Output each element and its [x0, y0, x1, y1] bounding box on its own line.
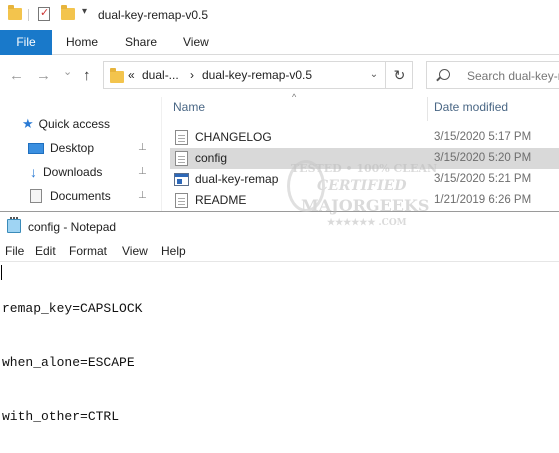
menu-help[interactable]: Help — [161, 244, 186, 258]
folder-icon[interactable] — [8, 5, 22, 20]
desktop-icon — [28, 142, 44, 154]
pin-icon[interactable]: ⊥ — [138, 190, 147, 201]
folder-icon — [110, 68, 124, 83]
search-placeholder: Search dual-key-r — [467, 69, 559, 83]
file-date: 3/15/2020 5:21 PM — [434, 173, 532, 185]
sidebar-item-documents[interactable]: Documents — [30, 185, 111, 207]
notepad-titlebar: config - Notepad — [0, 212, 559, 241]
file-name: config — [195, 151, 228, 165]
sort-ascending-icon: ^ — [292, 92, 297, 102]
notepad-window: config - Notepad File Edit Format View H… — [0, 211, 559, 453]
window-title: dual-key-remap-v0.5 — [98, 8, 209, 22]
address-bar[interactable]: « dual-... › dual-key-remap-v0.5 ⌄ — [103, 61, 413, 89]
executable-icon — [174, 173, 189, 186]
breadcrumb-current[interactable]: dual-key-remap-v0.5 — [202, 68, 312, 82]
pin-icon[interactable]: ⊥ — [138, 142, 147, 153]
ribbon-tabs: File Home Share View — [0, 30, 559, 55]
text-line: when_alone=ESCAPE — [2, 355, 135, 370]
tab-file[interactable]: File — [0, 30, 52, 55]
text-file-icon — [175, 130, 188, 145]
back-arrow-icon[interactable]: ← — [9, 67, 24, 84]
download-icon: ↓ — [30, 164, 37, 180]
file-name: CHANGELOG — [195, 130, 272, 144]
menu-edit[interactable]: Edit — [35, 244, 56, 258]
sidebar-item-label: Desktop — [50, 141, 95, 155]
breadcrumb-parent[interactable]: dual-... — [142, 68, 179, 82]
qat-separator — [28, 9, 29, 21]
sidebar-item-quick-access[interactable]: ★ Quick access — [22, 113, 110, 135]
explorer-titlebar: ▾ dual-key-remap-v0.5 — [0, 0, 559, 30]
pane-divider — [161, 97, 162, 212]
refresh-icon[interactable]: ↻ — [385, 61, 413, 89]
file-row-readme[interactable]: README 1/21/2019 6:26 PM — [170, 190, 559, 211]
file-name: README — [195, 193, 247, 207]
star-icon: ★ — [22, 116, 34, 131]
recent-locations-chevron-icon[interactable]: ⌄ — [63, 65, 72, 78]
text-file-icon — [175, 193, 188, 208]
column-header-date-modified[interactable]: Date modified — [434, 100, 508, 120]
notepad-text-area[interactable]: remap_key=CAPSLOCK when_alone=ESCAPE wit… — [2, 264, 142, 453]
file-row-dual-key-remap[interactable]: dual-key-remap 3/15/2020 5:21 PM — [170, 169, 559, 190]
navigation-bar: ← → ⌄ ↑ « dual-... › dual-key-remap-v0.5… — [0, 55, 559, 97]
menu-view[interactable]: View — [122, 244, 148, 258]
column-header-name[interactable]: Name — [173, 100, 205, 120]
menu-format[interactable]: Format — [69, 244, 107, 258]
search-icon — [439, 69, 450, 80]
forward-arrow-icon[interactable]: → — [36, 67, 51, 84]
notepad-menubar: File Edit Format View Help — [0, 241, 559, 262]
file-explorer-window: ▾ dual-key-remap-v0.5 File Home Share Vi… — [0, 0, 559, 212]
text-file-icon — [175, 151, 188, 166]
menu-file[interactable]: File — [5, 244, 24, 258]
breadcrumb-separator[interactable]: › — [190, 68, 194, 82]
file-row-config[interactable]: config 3/15/2020 5:20 PM — [170, 148, 559, 169]
file-date: 1/21/2019 6:26 PM — [434, 194, 532, 206]
properties-icon[interactable] — [38, 6, 50, 21]
pin-icon[interactable]: ⊥ — [138, 166, 147, 177]
notepad-title: config - Notepad — [28, 220, 117, 234]
tab-home[interactable]: Home — [66, 30, 98, 55]
text-line: with_other=CTRL — [2, 409, 120, 424]
sidebar-item-label: Downloads — [43, 165, 103, 179]
file-date: 3/15/2020 5:17 PM — [434, 131, 532, 143]
file-date: 3/15/2020 5:20 PM — [434, 152, 532, 164]
notepad-icon — [7, 217, 21, 233]
sidebar-item-label: Documents — [50, 189, 111, 203]
customize-qat-chevron-icon[interactable]: ▾ — [82, 6, 87, 17]
address-dropdown-chevron-icon[interactable]: ⌄ — [364, 62, 384, 88]
tab-share[interactable]: Share — [125, 30, 157, 55]
text-line: remap_key=CAPSLOCK — [2, 301, 143, 316]
sidebar-item-label: Quick access — [38, 117, 111, 131]
sidebar-item-downloads[interactable]: ↓ Downloads — [30, 161, 102, 183]
breadcrumb-overflow[interactable]: « — [128, 68, 135, 82]
file-row-changelog[interactable]: CHANGELOG 3/15/2020 5:17 PM — [170, 127, 559, 148]
tab-view[interactable]: View — [183, 30, 209, 55]
documents-icon — [30, 189, 42, 203]
search-input[interactable]: Search dual-key-r — [426, 61, 559, 89]
up-arrow-icon[interactable]: ↑ — [83, 67, 91, 84]
new-folder-icon[interactable] — [61, 5, 75, 20]
file-name: dual-key-remap — [195, 172, 279, 186]
column-separator[interactable] — [427, 97, 428, 121]
